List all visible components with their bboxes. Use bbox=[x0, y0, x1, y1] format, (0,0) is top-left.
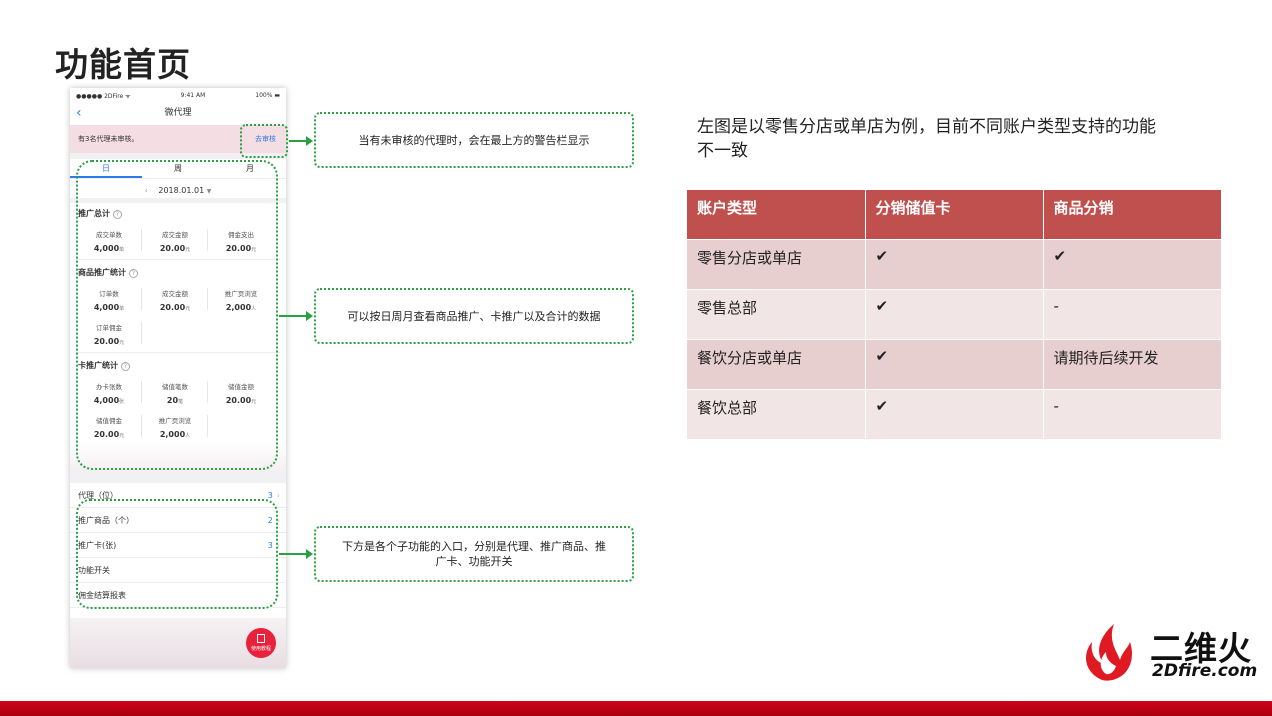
arrow-to-menu-callout bbox=[279, 549, 313, 559]
flame-logo-icon bbox=[1086, 624, 1132, 681]
battery-text: 100% ▬ bbox=[255, 92, 280, 99]
warning-text: 有3名代理未审核。 bbox=[78, 135, 139, 143]
table-row: 零售分店或单店 ✔ ✔ bbox=[687, 238, 1222, 289]
logo-text-en: 2Dfire.com bbox=[1152, 661, 1258, 681]
chevron-right-icon: › bbox=[276, 490, 280, 500]
back-arrow-icon[interactable]: ‹ bbox=[76, 103, 82, 123]
callout-menu: 下方是各个子功能的入口，分别是代理、推广商品、推广卡、功能开关 bbox=[314, 526, 634, 582]
arrow-to-stats-callout bbox=[279, 311, 313, 321]
arrow-to-alert-callout bbox=[289, 136, 313, 146]
table-row: 餐饮总部 ✔ - bbox=[687, 388, 1222, 439]
tutorial-button[interactable]: 使用教程 bbox=[246, 628, 276, 658]
clock-text: 9:41 AM bbox=[180, 92, 206, 99]
brand-logo: 二维火 2Dfire.com bbox=[1080, 622, 1260, 684]
nav-bar: ‹ 微代理 bbox=[70, 103, 286, 125]
nav-title: 微代理 bbox=[164, 108, 192, 118]
bottom-red-bar bbox=[0, 701, 1272, 716]
description-text: 左图是以零售分店或单店为例，目前不同账户类型支持的功能不一致 bbox=[697, 117, 1156, 161]
callout-alert: 当有未审核的代理时，会在最上方的警告栏显示 bbox=[314, 112, 634, 168]
highlight-menu bbox=[76, 499, 278, 609]
table-header: 账户类型 分销储值卡 商品分销 bbox=[687, 190, 1222, 239]
feature-table: 账户类型 分销储值卡 商品分销 零售分店或单店 ✔ ✔ 零售总部 ✔ - 餐饮分店或单店… bbox=[687, 190, 1222, 439]
callout-stats: 可以按日周月查看商品推广、卡推广以及合计的数据 bbox=[314, 288, 634, 344]
book-icon bbox=[257, 634, 265, 643]
carrier-text: ●●●●● 2DFire ᯤ bbox=[76, 92, 131, 100]
highlight-stats bbox=[76, 160, 278, 470]
page-title: 功能首页 bbox=[55, 45, 191, 84]
highlight-alert-link bbox=[240, 124, 288, 158]
table-row: 零售总部 ✔ - bbox=[687, 288, 1222, 339]
status-bar: ●●●●● 2DFire ᯤ 9:41 AM 100% ▬ bbox=[70, 88, 286, 103]
table-row: 餐饮分店或单店 ✔ 请期待后续开发 bbox=[687, 338, 1222, 389]
